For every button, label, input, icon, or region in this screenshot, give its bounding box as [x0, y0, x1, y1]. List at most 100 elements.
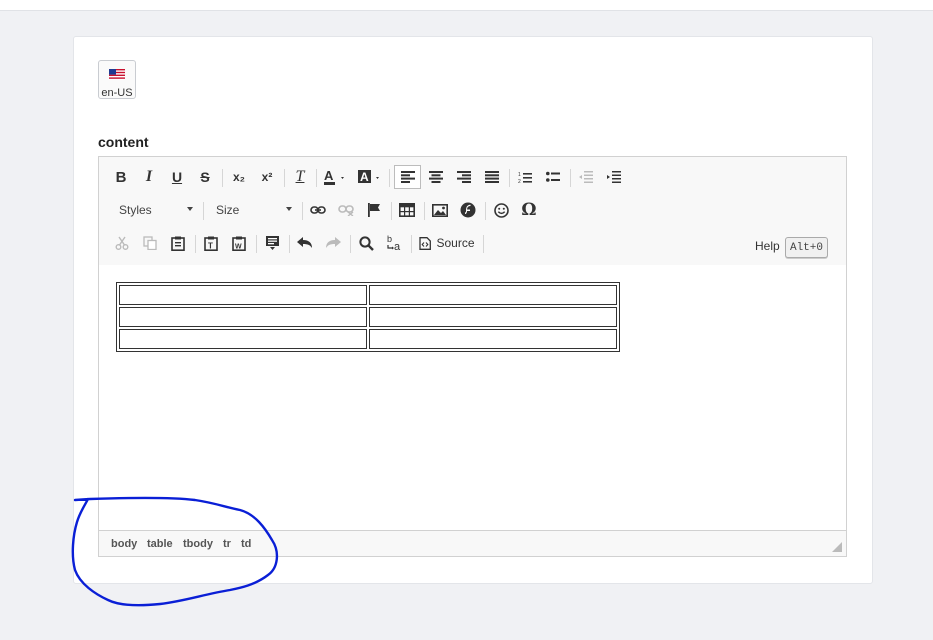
- table-cell[interactable]: [119, 285, 367, 305]
- anchor-button[interactable]: [363, 198, 385, 222]
- table-row: [119, 329, 617, 349]
- background-color-button[interactable]: A: [355, 165, 385, 189]
- text-color-icon: A: [324, 168, 344, 185]
- align-right-icon: [457, 171, 471, 183]
- align-center-button[interactable]: [425, 165, 447, 189]
- search-icon: [358, 235, 374, 251]
- underline-button[interactable]: U: [167, 165, 187, 189]
- source-button[interactable]: Source: [416, 231, 478, 255]
- editor-toolbar: B I U S x₂ x² T A A 12 Styles Size Ω T W…: [99, 157, 846, 266]
- element-path-bar: body table tbody tr td: [99, 530, 846, 556]
- paste-button[interactable]: [167, 231, 189, 255]
- table-row: [119, 307, 617, 327]
- path-item-body[interactable]: body: [111, 538, 137, 550]
- content-table[interactable]: [116, 282, 620, 352]
- clipboard-word-icon: W: [232, 236, 246, 251]
- flash-icon: [460, 202, 476, 218]
- numbered-list-button[interactable]: 12: [514, 165, 536, 189]
- smiley-icon: [493, 202, 509, 218]
- table-cell[interactable]: [369, 285, 617, 305]
- source-button-label: Source: [436, 236, 475, 250]
- path-item-tr[interactable]: tr: [223, 538, 231, 550]
- paste-text-button[interactable]: T: [200, 231, 222, 255]
- outdent-button[interactable]: [575, 165, 597, 189]
- smiley-button[interactable]: [490, 198, 512, 222]
- undo-icon: [297, 237, 312, 248]
- svg-text:T: T: [208, 241, 213, 250]
- copy-button[interactable]: [139, 231, 161, 255]
- bulleted-list-icon: [546, 171, 560, 182]
- svg-text:b: b: [387, 234, 392, 244]
- chevron-down-icon: [187, 207, 193, 211]
- link-button[interactable]: [307, 198, 329, 222]
- table-cell[interactable]: [369, 329, 617, 349]
- svg-text:a: a: [394, 241, 401, 252]
- path-item-table[interactable]: table: [147, 538, 173, 550]
- paste-word-button[interactable]: W: [228, 231, 250, 255]
- numbered-list-icon: 12: [518, 172, 532, 184]
- align-justify-icon: [485, 171, 499, 183]
- table-cell[interactable]: [369, 307, 617, 327]
- table-cell[interactable]: [119, 329, 367, 349]
- image-icon: [432, 203, 448, 217]
- size-dropdown-label: Size: [216, 203, 240, 217]
- superscript-button[interactable]: x²: [255, 165, 279, 189]
- background-color-icon: A: [358, 170, 379, 184]
- subscript-button[interactable]: x₂: [227, 165, 251, 189]
- clipboard-text-icon: T: [204, 236, 218, 251]
- text-color-button[interactable]: A: [321, 165, 349, 189]
- align-justify-button[interactable]: [481, 165, 503, 189]
- bulleted-list-button[interactable]: [542, 165, 564, 189]
- help-label: Help: [755, 239, 780, 253]
- table-icon: [399, 203, 415, 217]
- strikethrough-button[interactable]: S: [195, 165, 215, 189]
- table-cell[interactable]: [119, 307, 367, 327]
- image-button[interactable]: [429, 198, 451, 222]
- styles-dropdown[interactable]: Styles: [111, 198, 197, 222]
- replace-button[interactable]: ba: [383, 231, 405, 255]
- template-icon: [265, 236, 279, 250]
- table-button[interactable]: [396, 198, 418, 222]
- scissors-icon: [115, 236, 129, 250]
- align-left-button[interactable]: [394, 165, 421, 189]
- align-left-icon: [400, 171, 415, 183]
- link-icon: [310, 206, 326, 214]
- outdent-icon: [579, 171, 593, 183]
- redo-button[interactable]: [322, 231, 344, 255]
- unlink-button[interactable]: [335, 198, 357, 222]
- flash-button[interactable]: [457, 198, 479, 222]
- svg-text:2: 2: [518, 179, 521, 184]
- indent-button[interactable]: [603, 165, 625, 189]
- top-bar: [0, 0, 933, 11]
- cut-button[interactable]: [111, 231, 133, 255]
- remove-format-button[interactable]: T: [289, 165, 311, 189]
- undo-button[interactable]: [294, 231, 316, 255]
- svg-text:A: A: [324, 168, 334, 183]
- replace-icon: ba: [387, 234, 401, 252]
- align-center-icon: [429, 171, 443, 183]
- rich-text-editor: B I U S x₂ x² T A A 12 Styles Size Ω T W…: [98, 156, 847, 557]
- copy-icon: [143, 236, 157, 250]
- us-flag-icon: [109, 69, 125, 80]
- find-button[interactable]: [355, 231, 377, 255]
- align-right-button[interactable]: [453, 165, 475, 189]
- template-button[interactable]: [261, 231, 283, 255]
- path-item-tbody[interactable]: tbody: [183, 538, 213, 550]
- clipboard-icon: [171, 236, 185, 251]
- language-switch-button[interactable]: en-US: [98, 60, 136, 99]
- source-icon: [419, 236, 432, 250]
- svg-text:1: 1: [518, 172, 521, 178]
- size-dropdown[interactable]: Size: [208, 198, 296, 222]
- styles-dropdown-label: Styles: [119, 203, 152, 217]
- bold-button[interactable]: B: [111, 165, 131, 189]
- redo-icon: [326, 237, 341, 248]
- resize-grip-icon[interactable]: [832, 542, 842, 552]
- indent-icon: [607, 171, 621, 183]
- svg-text:A: A: [360, 170, 369, 184]
- path-item-td[interactable]: td: [241, 538, 251, 550]
- editor-content-area[interactable]: [99, 265, 846, 530]
- special-char-button[interactable]: Ω: [518, 198, 540, 222]
- svg-text:W: W: [235, 243, 242, 250]
- italic-button[interactable]: I: [139, 165, 159, 189]
- flag-icon: [368, 203, 380, 217]
